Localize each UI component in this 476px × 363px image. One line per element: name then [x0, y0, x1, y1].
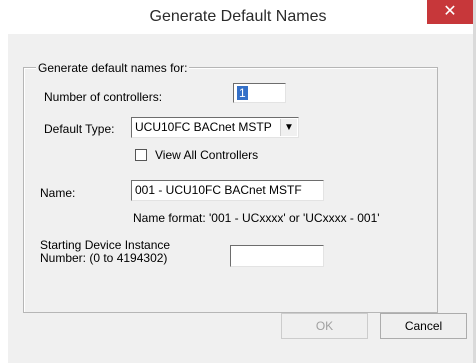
name-value: 001 - UCU10FC BACnet MSTF — [135, 183, 302, 197]
starting-instance-label-line2: Number: (0 to 4194302) — [40, 251, 168, 265]
name-format-hint: Name format: '001 - UCxxxx' or 'UCxxxx -… — [133, 211, 380, 225]
name-label: Name: — [40, 186, 76, 200]
starting-instance-label-line1: Starting Device Instance — [40, 238, 171, 252]
close-button[interactable]: ✕ — [427, 0, 473, 24]
default-type-value: UCU10FC BACnet MSTP — [135, 120, 272, 134]
view-all-checkbox[interactable] — [135, 149, 147, 161]
title-bar: Generate Default Names ✕ — [0, 0, 476, 34]
chevron-down-icon[interactable]: ▼ — [280, 119, 297, 136]
view-all-label: View All Controllers — [155, 148, 259, 162]
dialog-title: Generate Default Names — [149, 8, 327, 25]
controllers-label: Number of controllers: — [44, 90, 163, 104]
controllers-value: 1 — [237, 86, 248, 100]
group-legend: Generate default names for: — [36, 61, 190, 75]
close-icon: ✕ — [443, 3, 457, 20]
name-input[interactable]: 001 - UCU10FC BACnet MSTF — [131, 180, 324, 201]
starting-instance-input[interactable] — [230, 245, 324, 267]
default-type-select[interactable]: UCU10FC BACnet MSTP ▼ — [131, 117, 299, 138]
cancel-button[interactable]: Cancel — [380, 313, 467, 339]
controllers-input[interactable]: 1 — [233, 83, 286, 103]
ok-button[interactable]: OK — [281, 313, 368, 339]
default-type-label: Default Type: — [44, 122, 115, 136]
